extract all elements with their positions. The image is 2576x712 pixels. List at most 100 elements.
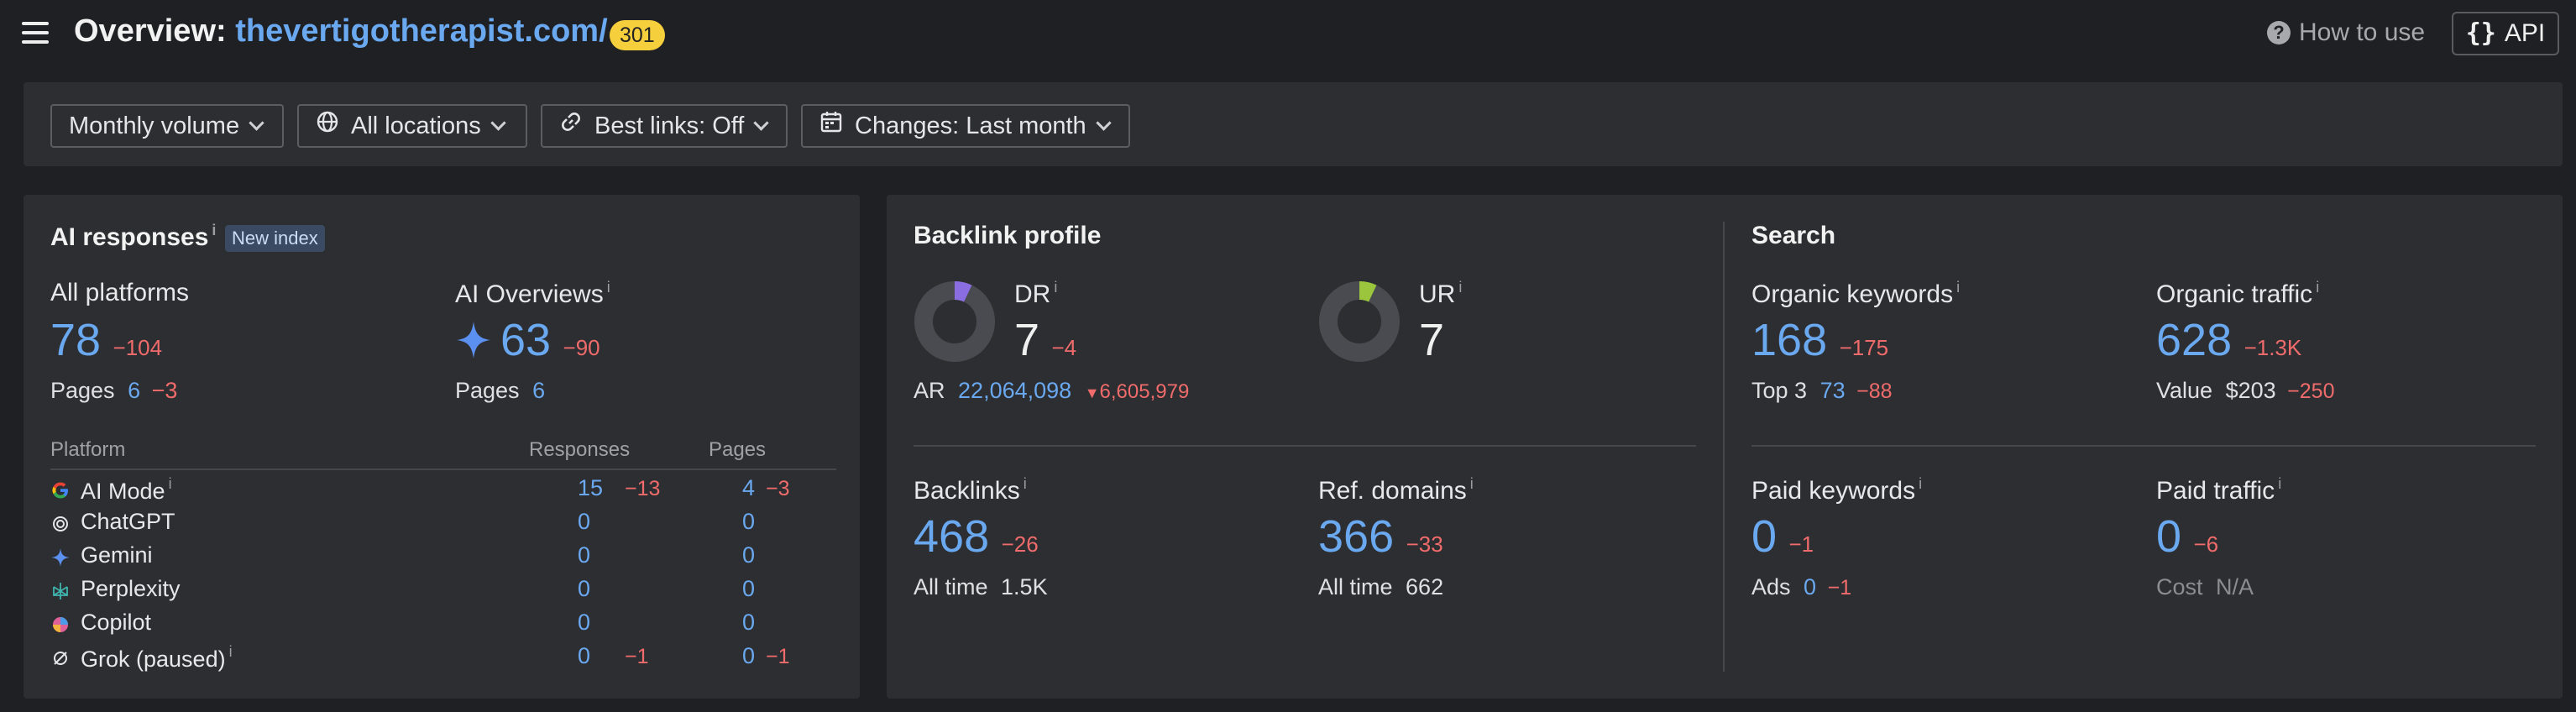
top3-change: −88 <box>1856 380 1893 403</box>
responses-value[interactable]: 0 <box>578 643 590 669</box>
ar-change: ▼6,605,979 <box>1085 380 1190 403</box>
ads-value[interactable]: 0 <box>1804 574 1816 599</box>
paid-keywords-metric[interactable]: 0 −1 <box>1751 510 1814 563</box>
pages-change: −1 <box>766 645 790 668</box>
organic-keywords-metric[interactable]: 168 −175 <box>1751 314 1888 366</box>
info-icon[interactable]: i <box>1470 475 1474 492</box>
value-change: −250 <box>2287 380 2335 403</box>
info-icon[interactable]: i <box>607 279 610 296</box>
filter-label: Best links: Off <box>594 113 745 139</box>
table-row: Gemini 0 0 <box>50 542 836 573</box>
responses-value[interactable]: 15 <box>578 475 603 501</box>
top3-value[interactable]: 73 <box>1820 378 1846 403</box>
all-time-value: 662 <box>1406 574 1444 599</box>
ref-domains-label: Ref. domains i <box>1318 475 1474 505</box>
info-icon[interactable]: i <box>1919 475 1922 492</box>
responses-value[interactable]: 0 <box>578 542 590 568</box>
info-icon[interactable]: i <box>1054 279 1057 296</box>
info-icon[interactable]: i <box>2316 279 2319 296</box>
platform-name: AI Mode i <box>81 475 172 505</box>
organic-keywords-label: Organic keywords i <box>1751 279 1960 309</box>
table-row: Perplexity 0 0 <box>50 576 836 606</box>
pages-value[interactable]: 6 <box>128 378 140 403</box>
info-icon[interactable]: i <box>169 475 172 492</box>
table-row: Copilot 0 0 <box>50 610 836 640</box>
dr-label-text: DR <box>1014 280 1051 308</box>
platform-name-text: Gemini <box>81 542 153 568</box>
all-platforms-label: All platforms <box>50 279 190 306</box>
filter-label: Monthly volume <box>69 113 240 139</box>
pages-value[interactable]: 0 <box>742 610 755 636</box>
ref-domains-change: −33 <box>1406 531 1443 557</box>
table-row: AI Mode i 15 −13 4 −3 <box>50 475 836 505</box>
metrics-panel: Backlink profile DR i 7 −4 UR i 7 AR 22,06… <box>887 195 2563 699</box>
page-title: Overview: thevertigotherapist.com/ <box>74 13 608 50</box>
grok-icon <box>50 648 71 674</box>
paid-traffic-metric[interactable]: 0 −6 <box>2156 510 2218 563</box>
backlinks-all-time: All time 1.5K <box>914 574 1048 600</box>
filter-bar: Monthly volume All locations Best links:… <box>24 82 2563 166</box>
backlinks-label-text: Backlinks <box>914 477 1020 505</box>
responses-value[interactable]: 0 <box>578 610 590 636</box>
paid-keywords-change: −1 <box>1788 531 1814 557</box>
responses-value[interactable]: 0 <box>578 509 590 535</box>
ar-value[interactable]: 22,064,098 <box>958 378 1071 403</box>
top-bar: Overview: thevertigotherapist.com/ 301 ?… <box>0 0 2576 71</box>
pages-value[interactable]: 0 <box>742 509 755 535</box>
search-title: Search <box>1751 222 1836 249</box>
pages-label: Pages <box>455 378 520 403</box>
platform-name-text: Copilot <box>81 610 152 635</box>
all-time-label: All time <box>914 574 988 599</box>
backlinks-change: −26 <box>1001 531 1039 557</box>
gemini-sparkle-icon <box>455 320 492 364</box>
pages-label: Pages <box>50 378 115 403</box>
api-button[interactable]: {} API <box>2452 12 2559 55</box>
info-icon[interactable]: i <box>229 643 233 660</box>
pages-value[interactable]: 4 <box>742 475 755 501</box>
info-icon[interactable]: i <box>1458 279 1462 296</box>
platform-name: Copilot <box>81 610 151 636</box>
all-time-label: All time <box>1318 574 1393 599</box>
pages-value[interactable]: 6 <box>532 378 545 403</box>
cost-value: N/A <box>2216 574 2254 599</box>
all-platforms-pages: Pages 6 −3 <box>50 378 177 404</box>
how-to-use-label: How to use <box>2299 18 2426 46</box>
menu-icon[interactable] <box>22 22 49 44</box>
pages-value[interactable]: 0 <box>742 576 755 602</box>
how-to-use-link[interactable]: ? How to use <box>2267 18 2425 47</box>
responses-value[interactable]: 0 <box>578 576 590 602</box>
ads-row: Ads 0 −1 <box>1751 574 1851 600</box>
pages-value[interactable]: 0 <box>742 542 755 568</box>
responses-column-header: Responses <box>529 438 631 461</box>
organic-keywords-change: −175 <box>1839 335 1889 360</box>
changes-dropdown[interactable]: Changes: Last month <box>801 104 1130 148</box>
section-title: AI responses <box>50 223 209 251</box>
ref-domains-metric[interactable]: 366 −33 <box>1318 510 1443 563</box>
organic-traffic-metric[interactable]: 628 −1.3K <box>2156 314 2301 366</box>
backlinks-metric[interactable]: 468 −26 <box>914 510 1039 563</box>
monthly-volume-dropdown[interactable]: Monthly volume <box>50 104 284 148</box>
ads-label: Ads <box>1751 574 1791 599</box>
platform-name: Gemini <box>81 542 153 568</box>
info-icon[interactable]: i <box>212 222 216 238</box>
locations-dropdown[interactable]: All locations <box>297 104 527 148</box>
ai-overviews-metric[interactable]: 63 −90 <box>455 314 600 366</box>
all-platforms-metric[interactable]: 78 −104 <box>50 314 162 366</box>
dr-metric: 7 −4 <box>1014 314 1076 366</box>
link-icon <box>559 106 583 146</box>
dr-donut-chart <box>914 281 995 362</box>
info-icon[interactable]: i <box>2278 475 2281 492</box>
info-icon[interactable]: i <box>1956 279 1960 296</box>
best-links-dropdown[interactable]: Best links: Off <box>541 104 788 148</box>
pages-value[interactable]: 0 <box>742 643 755 669</box>
paid-traffic-change: −6 <box>2193 531 2219 557</box>
info-icon[interactable]: i <box>1024 475 1027 492</box>
backlinks-label: Backlinks i <box>914 475 1027 505</box>
chevron-down-icon <box>753 115 770 131</box>
ar-row: AR 22,064,098 ▼6,605,979 <box>914 378 1189 404</box>
organic-traffic-label-text: Organic traffic <box>2156 280 2313 308</box>
organic-keywords-label-text: Organic keywords <box>1751 280 1954 308</box>
title-prefix: Overview: <box>74 13 236 49</box>
paid-traffic-label-text: Paid traffic <box>2156 477 2275 505</box>
domain-link[interactable]: thevertigotherapist.com/ <box>235 13 607 49</box>
